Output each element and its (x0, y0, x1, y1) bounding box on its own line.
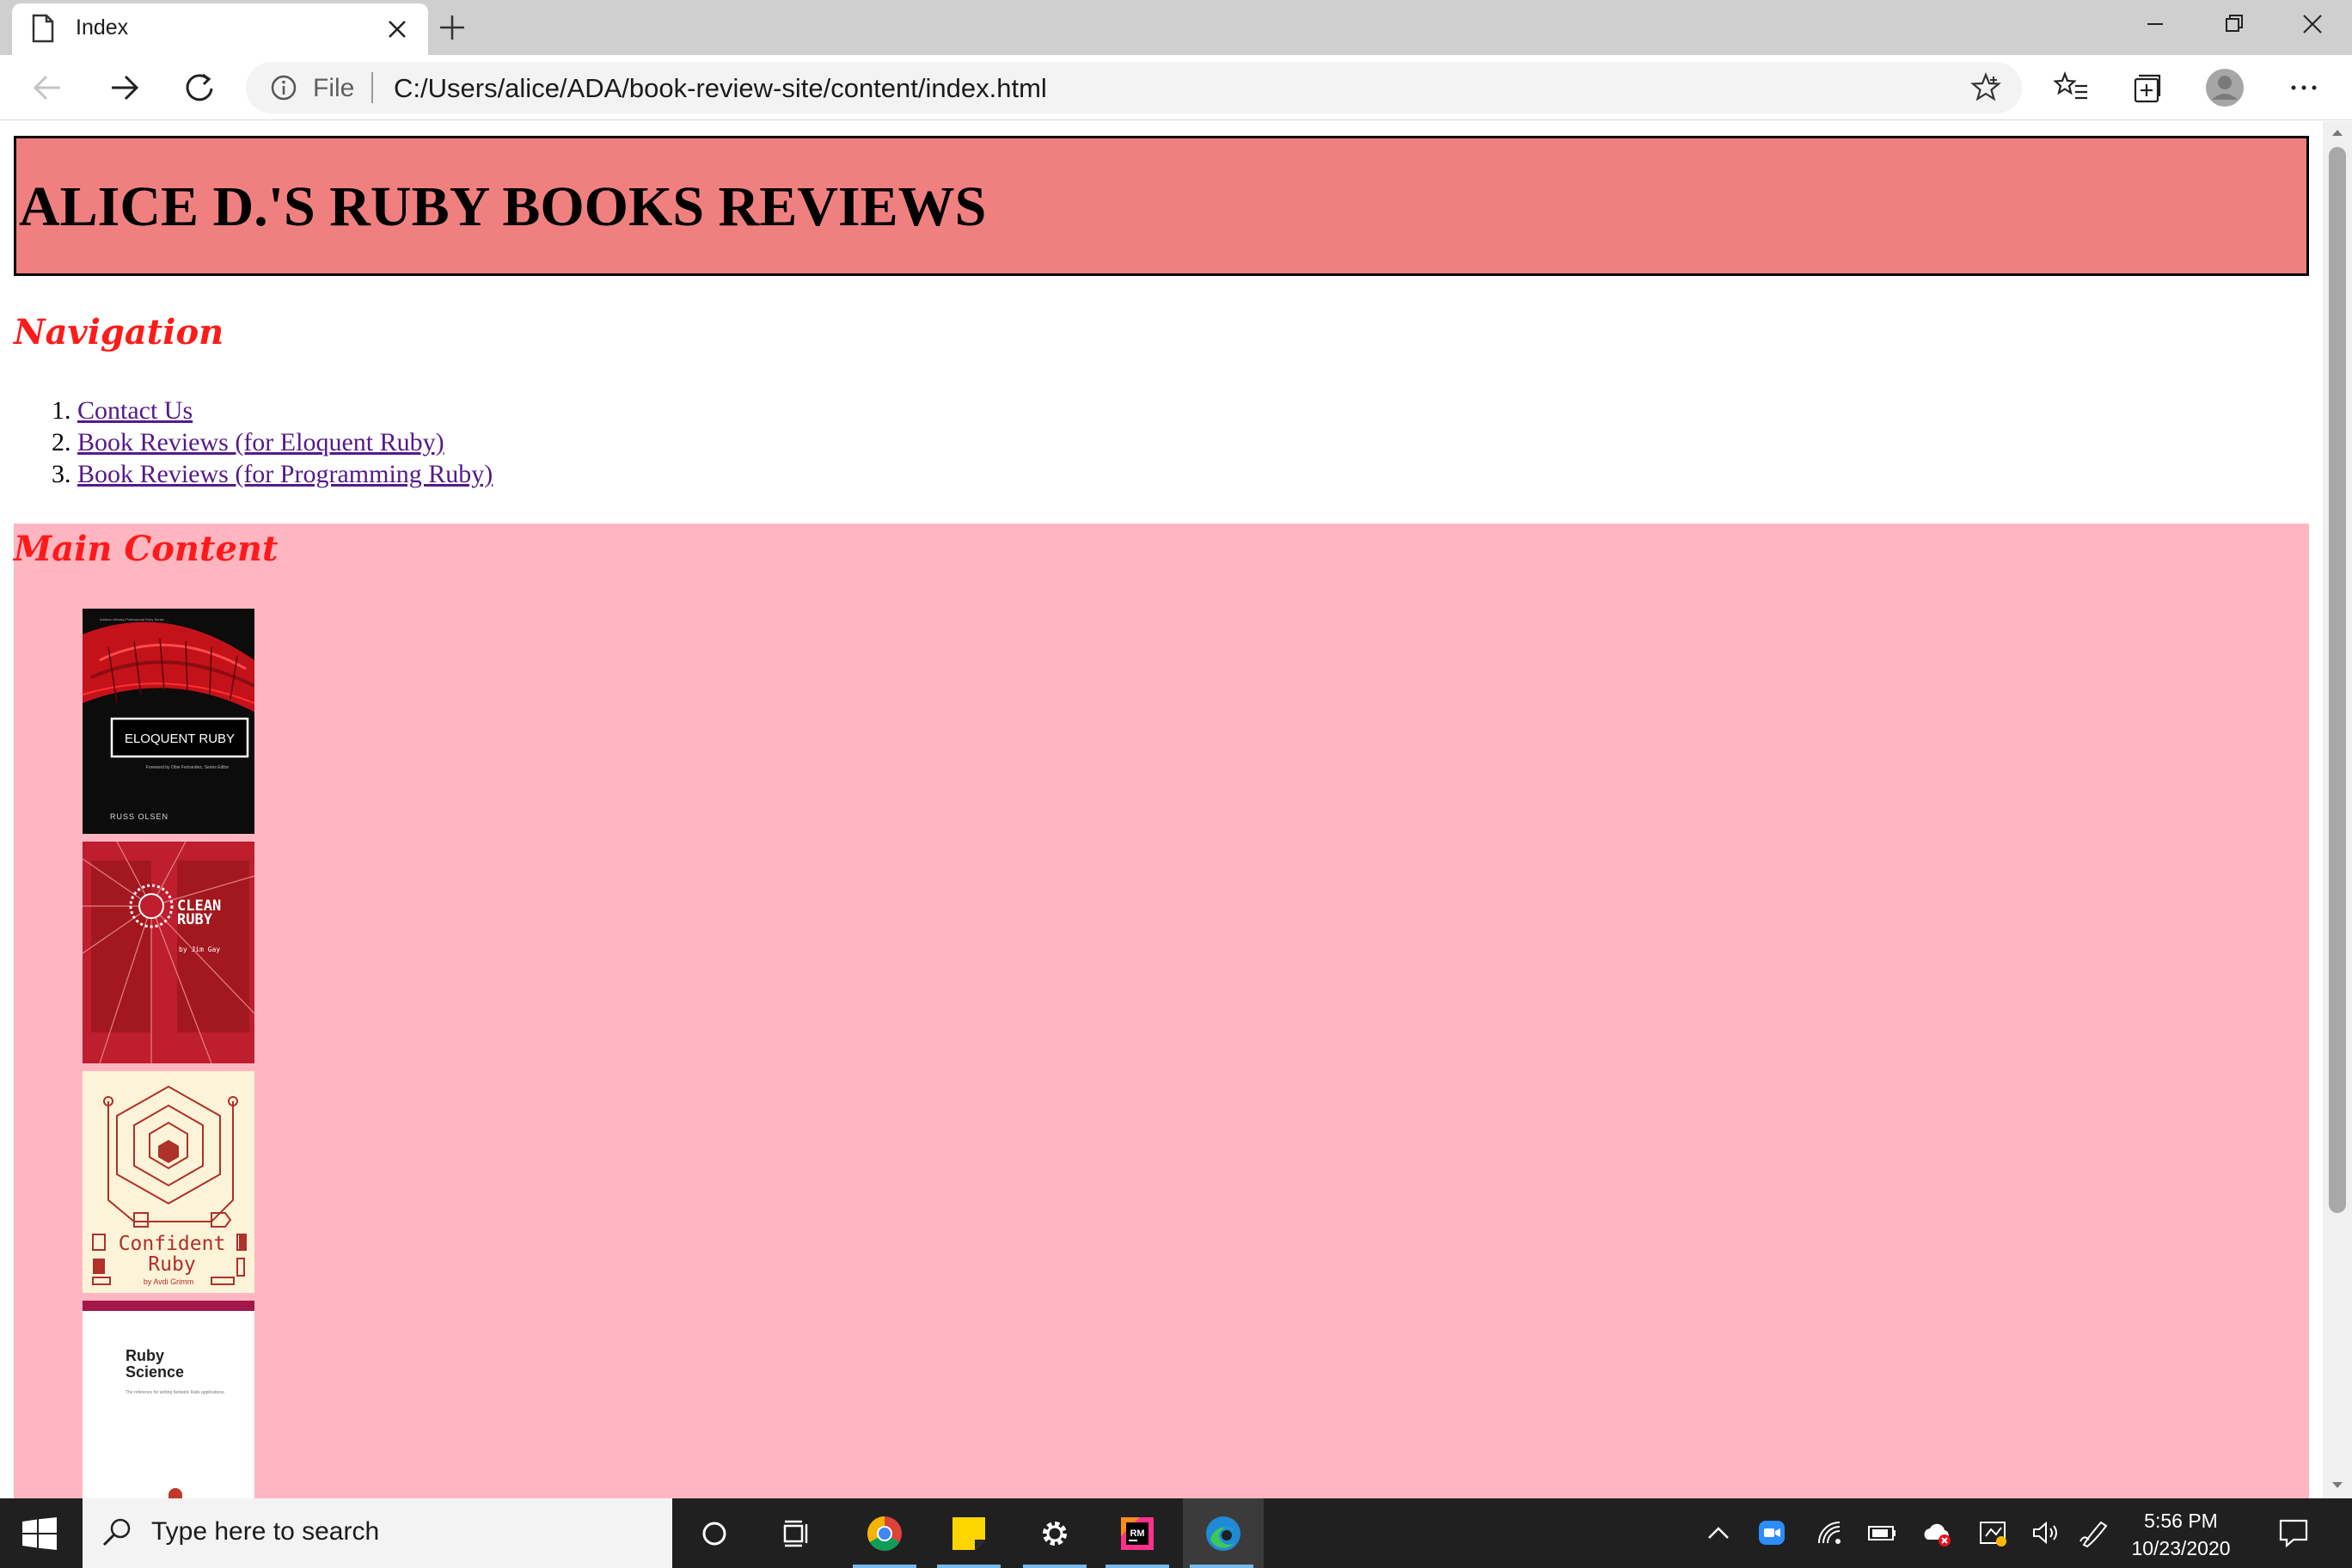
info-icon[interactable] (270, 74, 297, 101)
scroll-up-icon[interactable] (2331, 128, 2343, 137)
minimize-icon[interactable] (2115, 0, 2194, 50)
task-view-icon (783, 1520, 808, 1547)
cortana-button[interactable] (676, 1498, 753, 1568)
collections-icon[interactable] (2125, 65, 2170, 110)
rubymine-icon: RM (1121, 1517, 1154, 1550)
running-indicator (1190, 1565, 1253, 1568)
address-separator (371, 72, 373, 103)
search-icon (102, 1518, 131, 1547)
clock-time: 5:56 PM (2144, 1510, 2218, 1532)
svg-text:Confident: Confident (119, 1233, 226, 1255)
tab-title: Index (76, 15, 129, 40)
svg-text:Addison-Wesley Professional Ru: Addison-Wesley Professional Ruby Series (100, 617, 164, 622)
refresh-icon[interactable] (177, 65, 222, 110)
onedrive-icon[interactable] (1922, 1517, 1953, 1548)
taskbar-sticky-notes[interactable] (930, 1498, 1008, 1568)
battery-icon[interactable] (1867, 1517, 1898, 1548)
windows-taskbar: Type here to search RM 5:56 PM 10/23/202… (0, 1498, 2352, 1568)
svg-text:Ruby: Ruby (126, 1347, 164, 1364)
site-header: ALICE D.'S RUBY BOOKS REVIEWS (14, 136, 2309, 276)
ruby-science-cover[interactable]: Ruby Science The reference for writing f… (83, 1301, 254, 1498)
svg-text:RUSS OLSEN: RUSS OLSEN (110, 812, 168, 821)
vertical-scrollbar[interactable] (2323, 121, 2352, 1498)
taskbar-rubymine[interactable]: RM (1099, 1498, 1176, 1568)
search-placeholder: Type here to search (151, 1517, 380, 1546)
close-tab-icon[interactable] (387, 19, 407, 40)
edge-icon (1206, 1516, 1240, 1551)
eloquent-ruby-cover[interactable]: Addison-Wesley Professional Ruby Series … (83, 609, 254, 834)
address-url[interactable]: C:/Users/alice/ADA/book-review-site/cont… (394, 73, 1047, 104)
profile-avatar-icon[interactable] (2202, 65, 2247, 110)
scroll-down-icon[interactable] (2331, 1481, 2343, 1490)
nav-item: 2. Book Reviews (for Eloquent Ruby) (52, 426, 493, 458)
system-clock[interactable]: 5:56 PM 10/23/2020 (2120, 1507, 2242, 1562)
taskbar-chrome[interactable] (846, 1498, 923, 1568)
restore-icon[interactable] (2194, 0, 2273, 50)
svg-text:ELOQUENT RUBY: ELOQUENT RUBY (125, 732, 235, 746)
address-scheme-label: File (313, 74, 355, 102)
clean-ruby-cover[interactable]: CLEAN RUBY by Jim Gay (83, 842, 254, 1063)
svg-text:RM: RM (1130, 1528, 1144, 1539)
gear-icon (1043, 1522, 1067, 1546)
close-window-icon[interactable] (2273, 0, 2352, 50)
windows-start-icon[interactable] (22, 1517, 57, 1550)
back-icon[interactable] (26, 65, 70, 110)
nav-item: 3. Book Reviews (for Programming Ruby) (52, 458, 493, 490)
nav-link-eloquent-ruby-review[interactable]: Book Reviews (for Eloquent Ruby) (77, 428, 444, 456)
nav-link-contact-us[interactable]: Contact Us (77, 396, 193, 425)
browser-toolbar: File C:/Users/alice/ADA/book-review-site… (0, 55, 2352, 120)
browser-tab-bar: Index (0, 0, 2352, 55)
nav-item: 1. Contact Us (52, 395, 493, 426)
page-viewport: ALICE D.'S RUBY BOOKS REVIEWS Navigation… (0, 121, 2323, 1498)
running-indicator (1106, 1565, 1169, 1568)
running-indicator (853, 1565, 916, 1568)
svg-text:by Avdi Grimm: by Avdi Grimm (144, 1277, 193, 1286)
wifi-icon[interactable] (1816, 1517, 1845, 1548)
zoom-icon[interactable] (1757, 1517, 1786, 1548)
page-icon (32, 14, 54, 43)
svg-text:Foreword by Obie Fernandez, Se: Foreword by Obie Fernandez, Series Edito… (146, 765, 230, 770)
svg-text:by Jim Gay: by Jim Gay (179, 946, 220, 953)
navigation-list: 1. Contact Us 2. Book Reviews (for Eloqu… (52, 395, 493, 490)
defender-icon[interactable] (1977, 1517, 2008, 1548)
svg-text:The reference for writing fant: The reference for writing fantastic Rail… (126, 1390, 225, 1395)
taskbar-settings[interactable] (1016, 1498, 1093, 1568)
task-view-button[interactable] (758, 1498, 836, 1568)
new-tab-icon[interactable] (433, 9, 471, 46)
address-bar[interactable]: File C:/Users/alice/ADA/book-review-site… (246, 62, 2022, 113)
clock-date: 10/23/2020 (2131, 1537, 2231, 1559)
notifications-icon[interactable] (2276, 1516, 2311, 1550)
cortana-icon (702, 1522, 726, 1546)
chevron-up-icon[interactable] (1706, 1517, 1731, 1548)
volume-icon[interactable] (2030, 1517, 2061, 1548)
browser-tab[interactable]: Index (12, 3, 428, 55)
nav-link-programming-ruby-review[interactable]: Book Reviews (for Programming Ruby) (77, 460, 493, 488)
confident-ruby-cover[interactable]: Confident Ruby by Avdi Grimm (83, 1071, 254, 1293)
main-content: Main Content Addison-Wesley Professional… (14, 524, 2309, 1498)
nav-item-number: 2. (52, 428, 71, 456)
running-indicator (1023, 1565, 1087, 1568)
taskbar-edge[interactable] (1183, 1498, 1264, 1568)
taskbar-search-box[interactable]: Type here to search (83, 1498, 672, 1568)
svg-text:RUBY: RUBY (177, 911, 213, 928)
svg-text:Science: Science (126, 1363, 184, 1381)
chrome-icon (867, 1516, 902, 1551)
forward-icon[interactable] (101, 65, 146, 110)
nav-item-number: 1. (52, 396, 71, 425)
nav-item-number: 3. (52, 460, 71, 488)
pen-workspace-icon[interactable] (2079, 1517, 2113, 1548)
sticky-notes-icon (952, 1517, 985, 1550)
favorites-icon[interactable] (2049, 65, 2094, 110)
svg-text:Ruby: Ruby (148, 1253, 195, 1276)
running-indicator (937, 1565, 1001, 1568)
more-options-icon[interactable] (2282, 65, 2326, 110)
favorite-star-icon[interactable] (1970, 72, 2001, 103)
site-title: ALICE D.'S RUBY BOOKS REVIEWS (19, 175, 987, 238)
main-content-heading: Main Content (14, 529, 279, 569)
scrollbar-thumb[interactable] (2329, 147, 2346, 1213)
navigation-heading: Navigation (14, 312, 224, 352)
